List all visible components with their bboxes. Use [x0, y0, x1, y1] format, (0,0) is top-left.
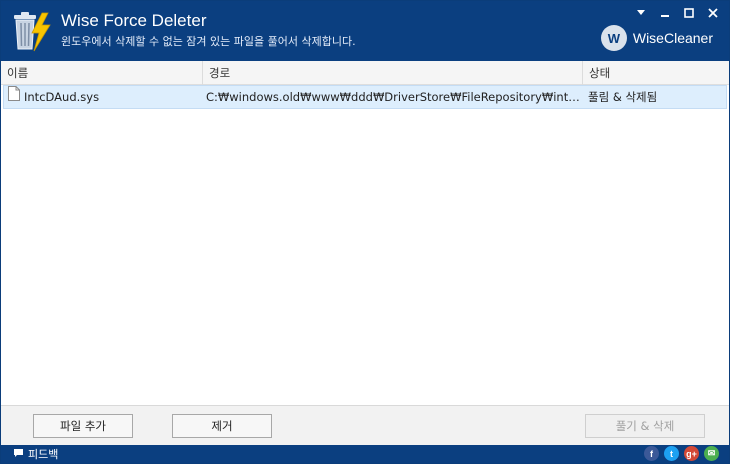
file-icon [8, 86, 20, 108]
file-list-header: 이름 경로 상태 [1, 61, 729, 85]
maximize-icon[interactable] [679, 5, 699, 21]
file-status: 풀림 & 삭제됨 [588, 90, 658, 104]
wisecleaner-brand[interactable]: W WiseCleaner [600, 25, 713, 51]
close-icon[interactable] [703, 5, 723, 21]
column-header-status[interactable]: 상태 [583, 61, 729, 85]
column-header-name[interactable]: 이름 [1, 61, 203, 85]
twitter-icon[interactable]: t [664, 446, 679, 461]
window-controls [631, 5, 723, 21]
facebook-icon[interactable]: f [644, 446, 659, 461]
file-name-cell: IntcDAud.sys [8, 86, 204, 108]
status-bar: 피드백 f t g+ ✉ [1, 445, 729, 463]
file-row[interactable]: IntcDAud.sys C:₩windows.old₩www₩ddd₩Driv… [3, 85, 727, 109]
title-bar: Wise Force Deleter 윈도우에서 삭제할 수 없는 잠겨 있는 … [1, 1, 729, 61]
email-icon[interactable]: ✉ [704, 446, 719, 461]
add-file-button[interactable]: 파일 추가 [33, 414, 133, 438]
speech-bubble-icon [13, 448, 24, 461]
file-list: IntcDAud.sys C:₩windows.old₩www₩ddd₩Driv… [1, 85, 729, 405]
unlock-delete-button[interactable]: 풀기 & 삭제 [585, 414, 705, 438]
file-name: IntcDAud.sys [24, 90, 100, 104]
file-path: C:₩windows.old₩www₩ddd₩DriverStore₩FileR… [206, 90, 582, 104]
app-window: Wise Force Deleter 윈도우에서 삭제할 수 없는 잠겨 있는 … [0, 0, 730, 464]
action-bar: 파일 추가 제거 풀기 & 삭제 [1, 405, 729, 445]
remove-button[interactable]: 제거 [172, 414, 272, 438]
column-header-path[interactable]: 경로 [203, 61, 583, 85]
feedback-label: 피드백 [28, 448, 59, 461]
minimize-icon[interactable] [655, 5, 675, 21]
feedback-link[interactable]: 피드백 [13, 446, 58, 462]
app-title: Wise Force Deleter [61, 11, 207, 30]
wisecleaner-logo-icon: W [600, 25, 627, 51]
trash-bolt-icon [8, 9, 54, 53]
menu-icon[interactable] [631, 5, 651, 21]
brand-label: WiseCleaner [632, 30, 713, 46]
app-subtitle: 윈도우에서 삭제할 수 없는 잠겨 있는 파일을 풀어서 삭제합니다. [61, 35, 356, 48]
googleplus-icon[interactable]: g+ [684, 446, 699, 461]
social-links: f t g+ ✉ [644, 446, 719, 461]
